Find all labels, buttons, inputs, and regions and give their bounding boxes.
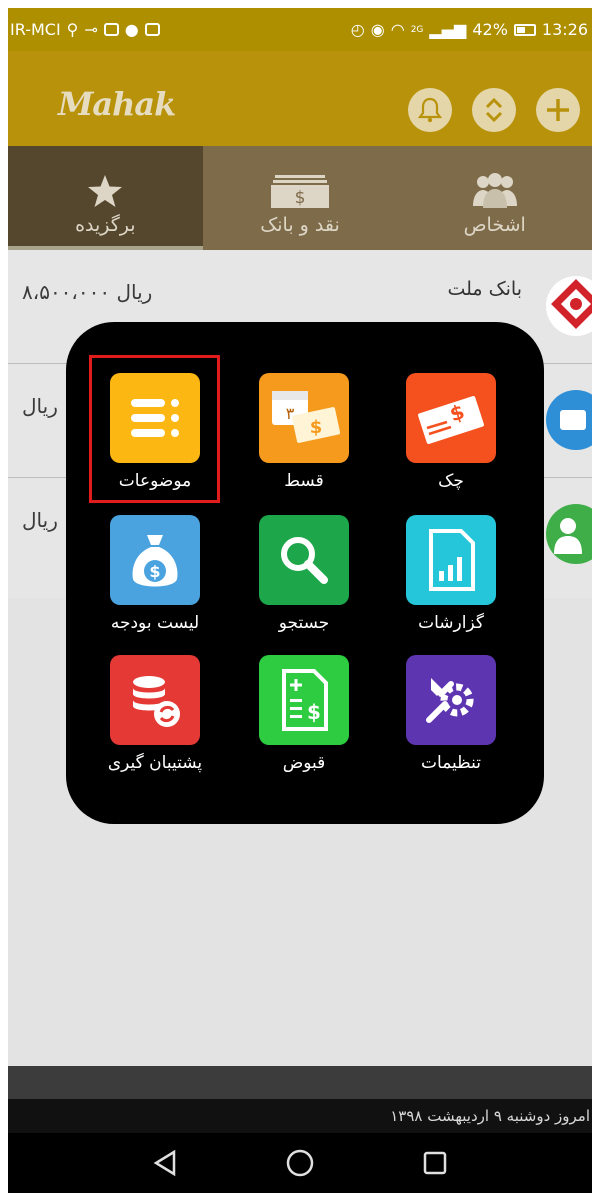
app-screen: IR-MCI ⚲ ⊸ ● ◴ ◉ ◠ 2G ▂▄▆ 42% 13:26 Maha… xyxy=(8,8,592,1193)
report-chart-icon xyxy=(406,515,496,605)
menu-label: قبوض xyxy=(282,753,326,773)
menu-label: قسط xyxy=(284,471,324,491)
cash-icon: $ xyxy=(271,175,329,208)
network-type: 2G xyxy=(410,24,424,35)
menu-label: لیست بودجه xyxy=(110,613,200,633)
svg-text:$: $ xyxy=(295,188,306,208)
tab-people[interactable]: اشخاص xyxy=(397,146,592,250)
bill-icon: $ xyxy=(259,655,349,745)
search-icon xyxy=(259,515,349,605)
today-date-bar: امروز دوشنبه ۹ اردیبهشت ۱۳۹۸ xyxy=(8,1099,592,1133)
account-name: بانک ملت xyxy=(447,278,522,300)
menu-item-bills[interactable]: $ قبوض xyxy=(244,655,364,773)
svg-text:$: $ xyxy=(149,562,160,581)
menu-item-reports[interactable]: گزارشات xyxy=(391,515,511,633)
home-icon[interactable] xyxy=(285,1148,315,1178)
carrier-label: IR-MCI xyxy=(10,20,61,39)
menu-item-check[interactable]: $ چک xyxy=(391,373,511,491)
mail-icon xyxy=(144,23,160,36)
star-icon xyxy=(88,175,123,207)
menu-label: جستجو xyxy=(278,613,330,633)
menu-item-settings[interactable]: تنظیمات xyxy=(391,655,511,773)
sort-arrows-icon xyxy=(485,97,503,123)
people-icon xyxy=(472,173,517,208)
signal-icon: ▂▄▆ xyxy=(429,20,467,39)
backup-database-icon xyxy=(110,655,200,745)
wallet-icon xyxy=(546,390,592,450)
tab-bar: برگزیده $ نقد و بانک اشخاص xyxy=(8,146,592,250)
today-date: امروز دوشنبه ۹ اردیبهشت ۱۳۹۸ xyxy=(390,1107,590,1125)
tab-cash-bank-label: نقد و بانک xyxy=(260,214,340,236)
menu-label: تنظیمات xyxy=(421,753,481,773)
battery-percent: 42% xyxy=(472,20,508,39)
notifications-button[interactable] xyxy=(408,88,452,132)
person-icon xyxy=(546,504,592,564)
mahak-logo: Mahak xyxy=(58,85,176,123)
sort-button[interactable] xyxy=(472,88,516,132)
account-amount: ریال xyxy=(22,394,58,418)
bell-icon xyxy=(418,97,442,123)
settings-tools-icon xyxy=(406,655,496,745)
bottom-bar xyxy=(8,1066,592,1099)
clock: 13:26 xyxy=(541,20,588,39)
menu-label: گزارشات xyxy=(418,613,484,633)
status-bar: IR-MCI ⚲ ⊸ ● ◴ ◉ ◠ 2G ▂▄▆ 42% 13:26 xyxy=(8,8,592,51)
recents-icon[interactable] xyxy=(422,1150,448,1176)
menu-item-budget-list[interactable]: $ لیست بودجه xyxy=(95,515,215,633)
svg-text:$: $ xyxy=(307,700,321,724)
plus-icon xyxy=(547,99,569,121)
eye-icon: ◉ xyxy=(370,20,385,39)
check-icon: $ xyxy=(406,373,496,463)
back-icon[interactable] xyxy=(152,1149,178,1177)
app-bar: Mahak xyxy=(8,51,592,146)
vpn-icon: ● xyxy=(124,20,139,39)
menu-item-installment[interactable]: ۳ $ قسط xyxy=(244,373,364,491)
installment-calendar-icon: ۳ $ xyxy=(259,373,349,463)
wifi-icon: ◠ xyxy=(390,20,405,39)
menu-label: موضوعات xyxy=(118,471,192,491)
tab-cash-bank[interactable]: $ نقد و بانک xyxy=(203,146,398,250)
account-amount: ۸،۵۰۰،۰۰۰ ریال xyxy=(22,280,153,304)
menu-item-backup[interactable]: پشتیبان گیری xyxy=(95,655,215,773)
quick-menu-popup: موضوعات ۳ $ قسط $ چک $ لیست بودجه جستجو … xyxy=(66,322,544,824)
gallery-icon xyxy=(103,23,119,36)
system-nav-bar xyxy=(8,1133,592,1193)
menu-label: پشتیبان گیری xyxy=(107,753,203,773)
money-bag-icon: $ xyxy=(110,515,200,605)
usb-icon: ⚲ xyxy=(66,20,79,39)
tab-people-label: اشخاص xyxy=(463,214,526,236)
menu-item-topics[interactable]: موضوعات xyxy=(95,373,215,491)
add-button[interactable] xyxy=(536,88,580,132)
topics-list-icon xyxy=(110,373,200,463)
battery-icon xyxy=(513,23,536,36)
key-icon: ⊸ xyxy=(84,20,98,39)
menu-label: چک xyxy=(438,471,464,491)
alarm-icon: ◴ xyxy=(350,20,365,39)
tab-favorites-label: برگزیده xyxy=(75,214,136,236)
tab-favorites[interactable]: برگزیده xyxy=(8,146,203,250)
svg-text:$: $ xyxy=(310,417,323,438)
menu-item-search[interactable]: جستجو xyxy=(244,515,364,633)
account-amount: ریال xyxy=(22,508,58,532)
bank-mellat-icon xyxy=(546,276,592,336)
